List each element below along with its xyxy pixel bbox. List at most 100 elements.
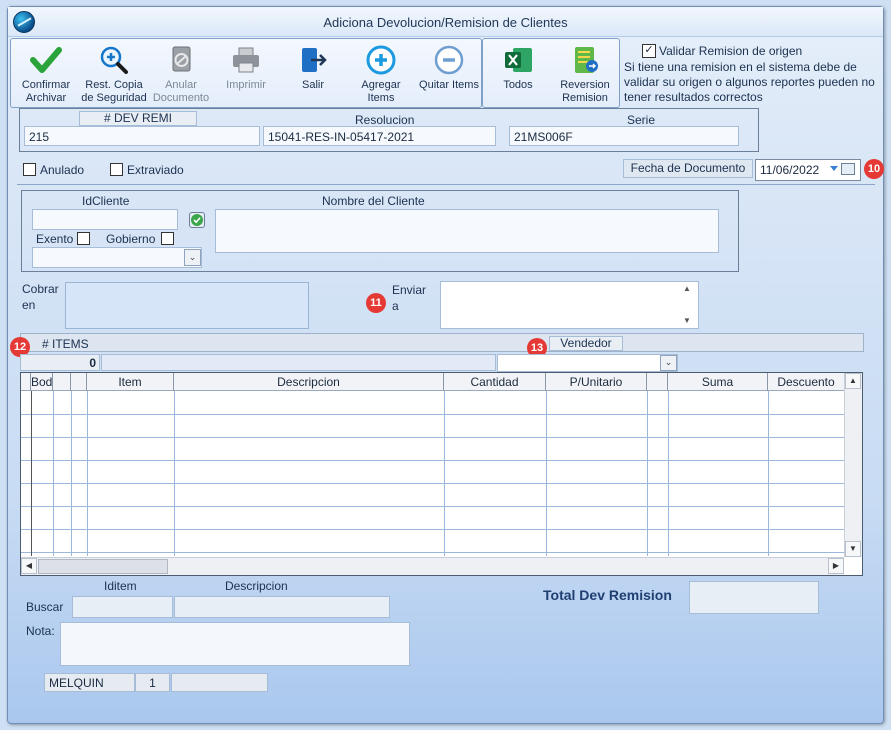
col-suma[interactable]: Suma [668, 373, 768, 391]
cliente-type-select[interactable] [32, 247, 202, 268]
iditem-search-field[interactable] [72, 596, 173, 618]
scroll-down-icon[interactable]: ▼ [845, 541, 861, 557]
col-blank-a [53, 373, 71, 391]
grid-header: Bodega Item Descripcion Cantidad P/Unita… [21, 373, 844, 391]
grid-row-line [21, 506, 844, 507]
items-label: # ITEMS [42, 337, 89, 351]
restore-backup-label: Rest. Copia de Seguridad [81, 79, 147, 104]
nota-field[interactable] [60, 622, 410, 666]
add-items-button[interactable]: Agregar Items [349, 39, 413, 107]
enviar-scroll-down-icon[interactable]: ▼ [683, 316, 691, 325]
serie-field[interactable]: 21MS006F [509, 126, 739, 146]
print-label: Imprimir [226, 79, 266, 91]
main-toolbar: Confirmar Archivar Rest. Copia de Seguri… [10, 38, 482, 108]
dev-remi-field[interactable]: 215 [24, 126, 260, 146]
scroll-left-icon[interactable]: ◀ [21, 558, 37, 574]
grid-row-line [21, 437, 844, 438]
col-item[interactable]: Item [87, 373, 174, 391]
col-blank-b [71, 373, 87, 391]
separator [17, 184, 875, 185]
window-title: Adiciona Devolucion/Remision de Clientes [323, 15, 568, 30]
grid-row-selector-header [21, 373, 31, 391]
grid-col-line [546, 391, 547, 556]
grid-col-line [668, 391, 669, 556]
grid-vertical-scrollbar[interactable]: ▲ ▼ [844, 373, 862, 557]
items-grid[interactable]: Bodega Item Descripcion Cantidad P/Unita… [20, 372, 863, 576]
cliente-panel: IdCliente Nombre del Cliente Exento Gobi… [21, 190, 739, 272]
fecha-dropdown-icon[interactable] [830, 166, 838, 171]
nombre-cliente-field[interactable] [215, 209, 719, 253]
printer-icon [230, 45, 262, 75]
enviar-a-label: a [392, 299, 399, 313]
validate-origin-note: Si tiene una remision en el sistema debe… [624, 60, 875, 104]
excel-icon [502, 45, 534, 75]
grid-col-line [444, 391, 445, 556]
void-document-button[interactable]: Anular Documento [150, 39, 212, 107]
exit-label: Salir [301, 79, 324, 91]
col-descuento[interactable]: Descuento [768, 373, 844, 391]
grid-col-line [71, 391, 72, 556]
remove-items-label: Quitar Items [419, 79, 479, 91]
exit-button[interactable]: Salir [281, 39, 345, 107]
validate-origin-checkbox[interactable]: ✓ [642, 44, 656, 58]
col-cantidad[interactable]: Cantidad [444, 373, 546, 391]
grid-row-line [21, 552, 844, 553]
enviar-scroll-up-icon[interactable]: ▲ [683, 284, 691, 293]
scroll-thumb[interactable] [38, 559, 168, 574]
extra-status [171, 673, 268, 692]
vendedor-select[interactable] [497, 354, 678, 372]
zoom-plus-icon [98, 45, 130, 75]
confirm-archive-label: Confirmar Archivar [21, 79, 71, 104]
anulado-checkbox[interactable] [23, 163, 36, 176]
cliente-type-dropdown-icon[interactable]: ⌄ [184, 249, 201, 266]
extraviado-checkbox[interactable] [110, 163, 123, 176]
grid-col-line [647, 391, 648, 556]
void-document-icon [165, 45, 197, 75]
check-icon [30, 45, 62, 75]
idcliente-label: IdCliente [82, 194, 130, 208]
grid-col-line [174, 391, 175, 556]
vendedor-dropdown-icon[interactable]: ⌄ [660, 355, 677, 371]
exento-checkbox[interactable] [77, 232, 90, 245]
scroll-right-icon[interactable]: ▶ [828, 558, 844, 574]
gobierno-checkbox[interactable] [161, 232, 174, 245]
reversal-remision-label: Reversion Remision [560, 79, 610, 104]
idcliente-field[interactable] [32, 209, 178, 230]
dev-remi-label: # DEV REMI [79, 111, 197, 126]
col-descripcion[interactable]: Descripcion [174, 373, 444, 391]
grid-col-line [87, 391, 88, 556]
total-label: Total Dev Remision [543, 587, 672, 603]
resolucion-field[interactable]: 15041-RES-IN-05417-2021 [263, 126, 496, 146]
search-descripcion-label: Descripcion [225, 579, 288, 593]
grid-row-line [21, 414, 844, 415]
cobrar-en-field[interactable] [65, 282, 309, 329]
all-excel-button[interactable]: Todos [487, 39, 549, 107]
reversal-list-icon [569, 45, 601, 75]
all-label: Todos [503, 79, 533, 91]
grid-row-line [21, 529, 844, 530]
extraviado-label: Extraviado [127, 163, 184, 177]
grid-col-line [53, 391, 54, 556]
report-toolbar: Todos Reversion Remision [482, 38, 620, 108]
gobierno-label: Gobierno [106, 232, 156, 246]
items-extra-field [101, 354, 496, 371]
remove-items-button[interactable]: Quitar Items [417, 39, 481, 107]
calendar-icon[interactable] [841, 163, 855, 175]
add-items-label: Agregar Items [361, 79, 401, 104]
descripcion-search-field[interactable] [174, 596, 390, 618]
enviar-a-field[interactable] [440, 281, 699, 329]
restore-backup-button[interactable]: Rest. Copia de Seguridad [79, 39, 149, 107]
vendedor-label: Vendedor [549, 336, 623, 351]
col-bodega[interactable]: Bodega [31, 373, 53, 391]
app-window: Adiciona Devolucion/Remision de Clientes… [7, 6, 884, 724]
marker-10: 10 [864, 159, 884, 179]
reversal-remision-button[interactable]: Reversion Remision [553, 39, 617, 107]
validate-client-button[interactable] [189, 212, 205, 228]
add-circle-icon [365, 45, 397, 75]
print-button[interactable]: Imprimir [214, 39, 278, 107]
scroll-up-icon[interactable]: ▲ [845, 373, 861, 389]
grid-horizontal-scrollbar[interactable]: ◀ ▶ [21, 557, 844, 575]
confirm-archive-button[interactable]: Confirmar Archivar [14, 39, 78, 107]
col-punitario[interactable]: P/Unitario [546, 373, 647, 391]
resolucion-label: Resolucion [355, 113, 415, 127]
